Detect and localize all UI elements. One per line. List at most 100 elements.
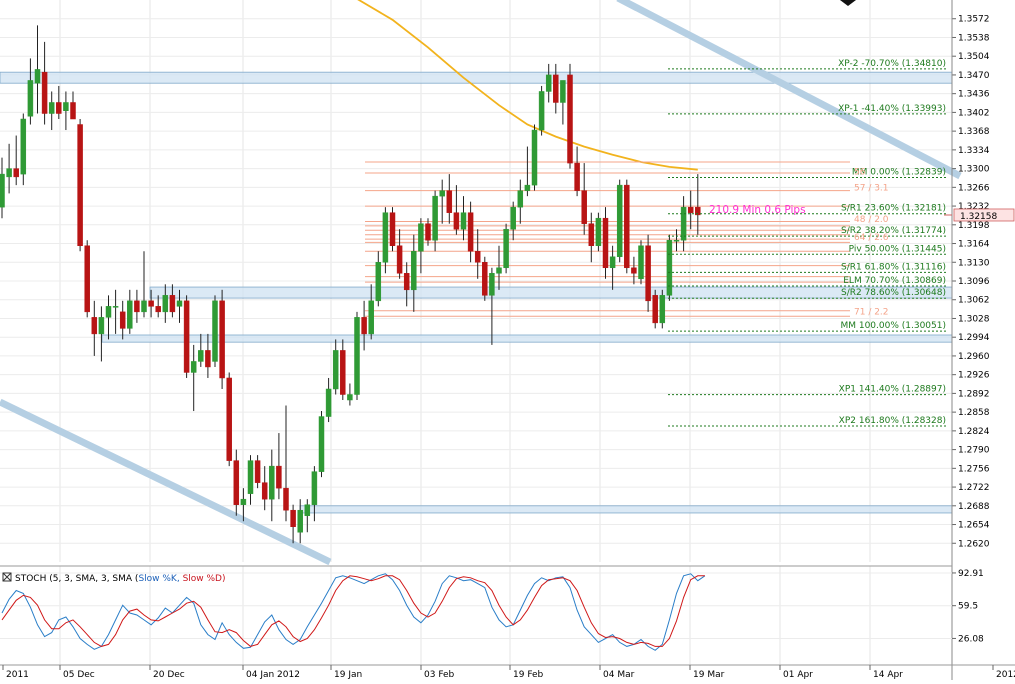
candle-body <box>27 80 34 117</box>
time-price-annotation: 210.9 Min 0.6 Pips <box>709 204 806 216</box>
price-tick-label: 1.3402 <box>958 108 990 118</box>
fib-ratio-label: 57 / 3.1 <box>854 183 889 193</box>
candle-body <box>48 102 55 114</box>
date-tick-label: 20 Dec <box>153 670 185 680</box>
candle-body <box>659 295 666 324</box>
candle-body <box>560 80 566 103</box>
fib-level-label: S/R2 78.60% (1.30648) <box>841 288 946 298</box>
candle-body <box>41 71 48 114</box>
date-tick-label: 2012 <box>996 670 1015 680</box>
candle-body <box>290 509 296 527</box>
fib-level-label: XP-1 -41.40% (1.33993) <box>838 104 946 114</box>
price-tick-label: 1.2994 <box>958 333 990 343</box>
price-tick-label: 1.2688 <box>958 502 990 512</box>
price-tick-label: 1.3266 <box>958 183 990 193</box>
fib-ratio-label: 56 <box>854 167 866 177</box>
fib-ratio-label: 48 / 2.0 <box>854 215 889 225</box>
candle-body <box>482 262 488 296</box>
fib-level-label: ELM 70.70% (1.30869) <box>843 276 946 286</box>
candle-body <box>212 300 218 362</box>
candle-body <box>553 74 559 103</box>
fib-level-label: MM 0.00% (1.32839) <box>852 167 946 177</box>
fib-level-label: S/R1 23.60% (1.32181) <box>841 204 946 214</box>
candle-body <box>98 317 105 335</box>
candle-body <box>226 377 232 461</box>
candle-body <box>155 306 161 313</box>
candle-body <box>34 69 41 84</box>
date-tick-label: 04 Mar <box>603 670 635 680</box>
candle-body <box>205 350 211 368</box>
candle-body <box>517 190 524 208</box>
candle-body <box>247 460 254 494</box>
candle-body <box>20 118 27 175</box>
candle-body <box>382 212 389 263</box>
price-tick-label: 1.3300 <box>958 165 990 175</box>
candle-body <box>567 74 573 164</box>
date-tick-label: 01 Apr <box>783 670 813 680</box>
fib-level-label: XP1 141.40% (1.28897) <box>839 385 946 395</box>
candle-body <box>531 129 538 186</box>
candle-body <box>645 245 651 302</box>
candle-body <box>354 317 360 395</box>
stoch-title: STOCH (5, 3, SMA, 3, SMA (Slow %K, Slow … <box>15 574 226 584</box>
price-tick-label: 1.2824 <box>958 427 990 437</box>
candle-body <box>269 465 275 500</box>
candle-body <box>240 498 247 505</box>
candle-body <box>680 206 687 241</box>
candle-body <box>176 300 183 307</box>
candle-body <box>418 223 424 252</box>
candle-body <box>56 102 62 114</box>
current-price-label: 1.32158 <box>960 212 997 222</box>
stoch-tick-label: 59.5 <box>958 602 978 612</box>
horizontal-zone <box>149 286 953 299</box>
price-tick-label: 1.3096 <box>958 277 990 287</box>
stoch-tick-label: 26.08 <box>958 634 984 644</box>
candle-body <box>105 306 112 318</box>
candle-body <box>332 350 339 390</box>
price-tick-label: 1.2892 <box>958 389 990 399</box>
candle-body <box>219 300 225 379</box>
candle-body <box>453 212 460 230</box>
price-tick-label: 1.2926 <box>958 371 990 381</box>
candle-body <box>162 295 169 313</box>
candle-body <box>297 509 303 533</box>
fib-level-label: S/R1 61.80% (1.31116) <box>841 262 946 272</box>
candle-body <box>6 168 12 178</box>
candle-body <box>276 465 282 489</box>
price-tick-label: 1.3538 <box>958 33 990 43</box>
date-tick-label: 04 Jan 2012 <box>246 670 300 680</box>
date-tick-label: 2011 <box>6 670 29 680</box>
date-tick-label: 03 Feb <box>424 670 455 680</box>
candle-body <box>325 388 332 417</box>
candle-body <box>460 212 467 230</box>
horizontal-zone <box>101 334 953 343</box>
date-tick-label: 05 Dec <box>63 670 95 680</box>
candle-body <box>63 102 69 111</box>
candle-body <box>581 190 587 224</box>
fib-level-label: MM 100.00% (1.30051) <box>840 321 946 331</box>
candle-body <box>134 300 140 313</box>
candle-body <box>496 267 502 274</box>
price-tick-label: 1.3062 <box>958 296 990 306</box>
price-tick-label: 1.2756 <box>958 464 990 474</box>
price-tick-label: 1.3130 <box>958 258 990 268</box>
candle-body <box>169 295 176 313</box>
price-tick-label: 1.3028 <box>958 314 990 324</box>
candle-body <box>432 195 438 241</box>
horizontal-zone <box>299 505 953 514</box>
candle-body <box>439 190 445 197</box>
candle-body <box>84 245 90 313</box>
candle-body <box>666 239 673 296</box>
fib-level-label: XP-2 -70.70% (1.34810) <box>838 59 946 69</box>
candle-body <box>340 350 346 395</box>
fib-ratio-label: 64 / 2.6 <box>854 233 889 243</box>
price-tick-label: 1.3164 <box>958 240 990 250</box>
candle-body <box>141 300 147 313</box>
candle-body <box>368 300 374 335</box>
horizontal-zone <box>0 71 953 84</box>
price-tick-label: 1.2722 <box>958 483 990 493</box>
candle-body <box>474 250 481 263</box>
candle-body <box>403 273 410 291</box>
candle-body <box>347 394 353 401</box>
candle-body <box>652 295 658 324</box>
